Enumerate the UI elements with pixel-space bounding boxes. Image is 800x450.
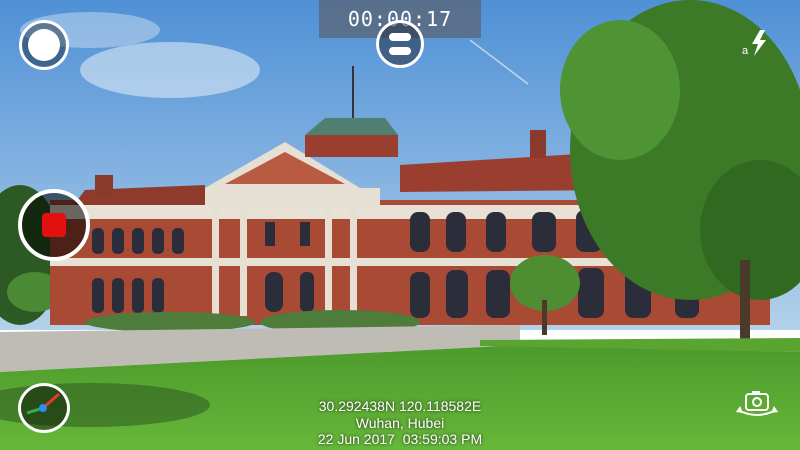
compass-icon: [26, 392, 60, 415]
camera-viewfinder[interactable]: 00:00:17 a 30.292438N 120.118582E Wuhan,…: [0, 0, 800, 450]
flash-toggle-button[interactable]: a: [740, 28, 774, 58]
capture-datetime: 22 Jun 2017 03:59:03 PM: [317, 431, 483, 447]
switch-camera-button[interactable]: [734, 388, 780, 422]
record-stop-button[interactable]: [18, 189, 90, 261]
svg-text:a: a: [742, 45, 749, 57]
flash-auto-icon: a: [742, 30, 766, 57]
location-name: Wuhan, Hubei: [355, 414, 445, 431]
photo-shutter-button[interactable]: [19, 20, 69, 70]
menu-button[interactable]: [376, 20, 424, 68]
switch-camera-icon: [736, 391, 778, 416]
gps-coordinates: 30.292438N 120.118582E: [318, 398, 482, 414]
compass-button[interactable]: [18, 383, 70, 433]
geotag-overlay: 30.292438N 120.118582E Wuhan, Hubei 22 J…: [280, 398, 520, 448]
record-stop-icon: [42, 213, 66, 237]
